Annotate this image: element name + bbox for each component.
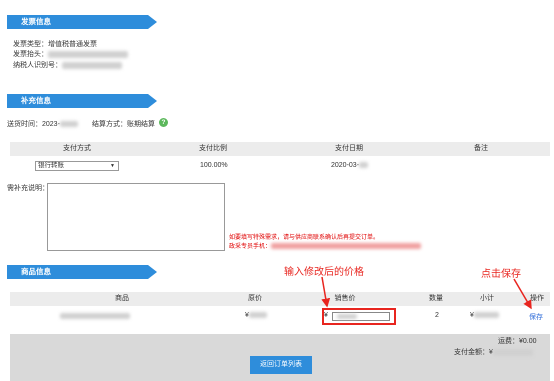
annotation-arrows [321, 276, 532, 310]
payment-total-label: 支付金额：¥ [454, 349, 493, 356]
back-to-orders-button[interactable]: 返回订单列表 [250, 356, 312, 374]
payment-total: 支付金额：¥ [454, 347, 533, 357]
input-price-arrow [321, 276, 331, 308]
shipping-fee: 运费：¥0.00 [498, 338, 537, 345]
payment-total-value [492, 348, 533, 356]
save-arrow [513, 278, 532, 310]
